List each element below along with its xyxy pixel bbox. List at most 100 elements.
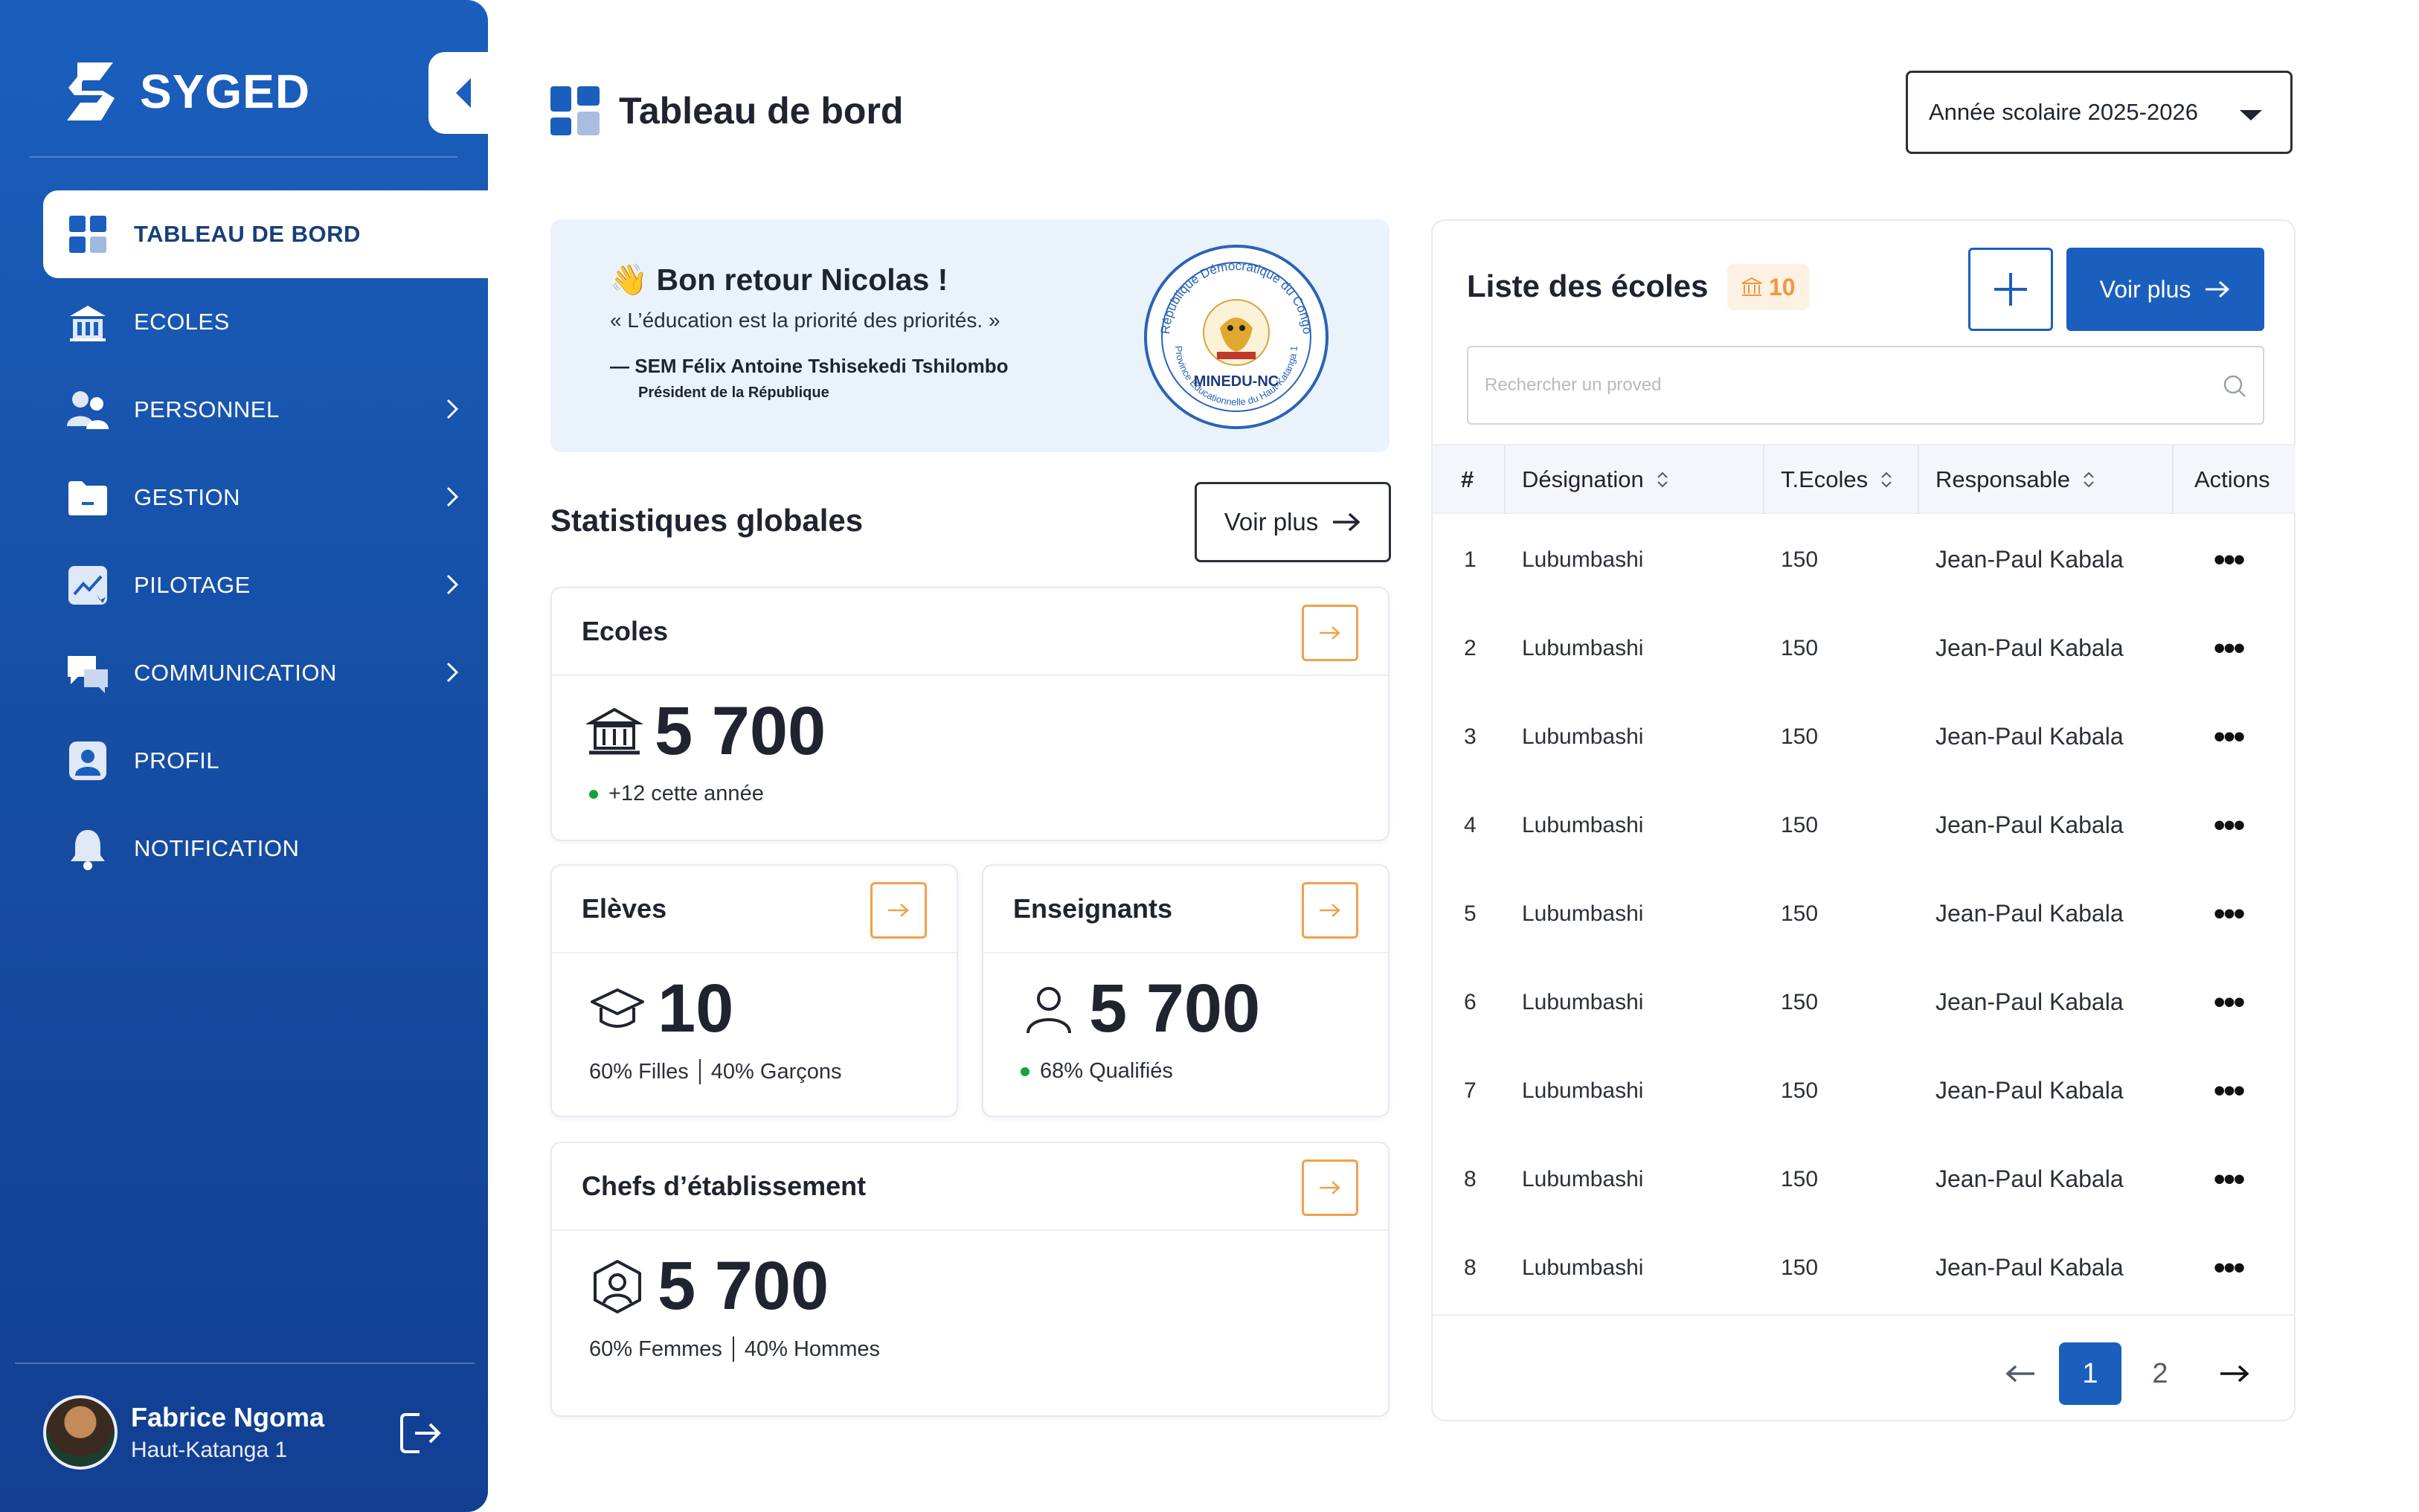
table-row: 5 Lubumbashi 150 Jean-Paul Kabala ••• bbox=[1433, 869, 2296, 958]
open-chefs-button[interactable] bbox=[1302, 1159, 1358, 1216]
more-actions-icon[interactable]: ••• bbox=[2214, 1223, 2245, 1312]
school-count-badge: 10 bbox=[1727, 264, 1809, 310]
cell-tecoles: 150 bbox=[1781, 989, 1819, 1014]
cell-responsable: Jean-Paul Kabala bbox=[1935, 988, 2124, 1015]
arrow-right-icon bbox=[1333, 512, 1361, 532]
cell-tecoles: 150 bbox=[1781, 635, 1819, 660]
more-actions-icon[interactable]: ••• bbox=[2214, 692, 2245, 781]
stat-note: +12 cette année bbox=[589, 782, 764, 806]
stats-voir-plus-button[interactable]: Voir plus bbox=[1195, 482, 1391, 562]
stat-card-title: Enseignants bbox=[1013, 893, 1173, 924]
stat-split-left: 60% Femmes bbox=[589, 1336, 722, 1361]
sidebar-item-gestion[interactable]: GESTION bbox=[43, 454, 488, 541]
welcome-greeting: 👋 Bon retour Nicolas ! bbox=[610, 263, 948, 298]
cell-responsable: Jean-Paul Kabala bbox=[1935, 1254, 2124, 1281]
user-icon bbox=[65, 739, 110, 783]
sidebar-item-tableau-de-bord[interactable]: TABLEAU DE BORD bbox=[43, 190, 488, 278]
schools-voir-plus-button[interactable]: Voir plus bbox=[2066, 248, 2264, 331]
open-enseignants-button[interactable] bbox=[1302, 882, 1358, 939]
cell-responsable: Jean-Paul Kabala bbox=[1935, 723, 2124, 750]
more-actions-icon[interactable]: ••• bbox=[2214, 958, 2245, 1046]
column-header-tecoles[interactable]: T.Ecoles bbox=[1781, 445, 1893, 514]
pagination-next-button[interactable] bbox=[2203, 1342, 2266, 1405]
arrow-right-icon bbox=[2206, 280, 2230, 298]
column-header-label: Responsable bbox=[1935, 466, 2070, 492]
column-header-designation[interactable]: Désignation bbox=[1522, 445, 1669, 514]
collapse-sidebar-button[interactable] bbox=[428, 52, 500, 134]
more-actions-icon[interactable]: ••• bbox=[2214, 869, 2245, 958]
sidebar-item-label: NOTIFICATION bbox=[134, 835, 300, 861]
page-title: Tableau de bord bbox=[619, 90, 904, 132]
cell-num: 3 bbox=[1464, 724, 1477, 749]
app-logo[interactable]: SYGED bbox=[61, 58, 310, 125]
stat-value-row: 5 700 bbox=[1021, 970, 1260, 1048]
quote-author-title: Président de la République bbox=[638, 385, 829, 401]
cell-responsable: Jean-Paul Kabala bbox=[1935, 634, 2124, 661]
table-row: 3 Lubumbashi 150 Jean-Paul Kabala ••• bbox=[1433, 692, 2296, 781]
cell-designation: Lubumbashi bbox=[1522, 901, 1644, 926]
sidebar-divider bbox=[15, 1363, 475, 1364]
stat-note-text: +12 cette année bbox=[608, 782, 764, 805]
ministry-seal: République Démocratique du Congo Provinc… bbox=[1144, 245, 1329, 429]
sidebar-item-ecoles[interactable]: ECOLES bbox=[43, 278, 488, 366]
sort-icon bbox=[1881, 472, 1892, 488]
more-actions-icon[interactable]: ••• bbox=[2214, 781, 2245, 869]
sidebar-item-label: GESTION bbox=[134, 484, 241, 510]
pagination-page[interactable]: 2 bbox=[2129, 1342, 2191, 1405]
seal-label: MINEDU-NC bbox=[1194, 373, 1279, 390]
more-actions-icon[interactable]: ••• bbox=[2214, 1135, 2245, 1223]
school-search-input[interactable] bbox=[1468, 347, 2182, 423]
arrow-right-icon bbox=[1320, 904, 1340, 917]
cell-responsable: Jean-Paul Kabala bbox=[1935, 811, 2124, 838]
cell-tecoles: 150 bbox=[1781, 901, 1819, 926]
user-badge-icon bbox=[594, 1259, 641, 1313]
cell-designation: Lubumbashi bbox=[1522, 1255, 1644, 1280]
chart-icon bbox=[65, 563, 110, 608]
folder-icon bbox=[65, 475, 110, 520]
column-header-label: Désignation bbox=[1522, 466, 1644, 492]
table-row: 6 Lubumbashi 150 Jean-Paul Kabala ••• bbox=[1433, 958, 2296, 1046]
quote-author: — SEM Félix Antoine Tshisekedi Tshilombo bbox=[610, 355, 1009, 377]
stat-card-ecoles: Ecoles 5 700 +12 cette année bbox=[550, 587, 1390, 841]
pagination-prev-button[interactable] bbox=[1989, 1342, 2052, 1405]
sidebar-item-pilotage[interactable]: PILOTAGE bbox=[43, 541, 488, 629]
more-actions-icon[interactable]: ••• bbox=[2214, 515, 2245, 604]
school-building-icon bbox=[586, 707, 643, 754]
cell-num: 6 bbox=[1464, 989, 1477, 1014]
sidebar-item-personnel[interactable]: PERSONNEL bbox=[43, 366, 488, 454]
sidebar-nav: TABLEAU DE BORD ECOLES PERSONNEL GESTION bbox=[43, 190, 488, 892]
sidebar-item-notification[interactable]: NOTIFICATION bbox=[43, 805, 488, 892]
search-icon[interactable] bbox=[2221, 373, 2248, 399]
add-school-button[interactable] bbox=[1968, 248, 2053, 331]
table-row: 8 Lubumbashi 150 Jean-Paul Kabala ••• bbox=[1433, 1135, 2296, 1223]
table-row: 1 Lubumbashi 150 Jean-Paul Kabala ••• bbox=[1433, 515, 2296, 604]
stat-split-left: 60% Filles bbox=[589, 1059, 689, 1084]
status-dot bbox=[589, 789, 598, 799]
pagination-page-current[interactable]: 1 bbox=[2059, 1342, 2121, 1405]
cell-designation: Lubumbashi bbox=[1522, 724, 1644, 749]
cell-designation: Lubumbashi bbox=[1522, 635, 1644, 660]
more-actions-icon[interactable]: ••• bbox=[2214, 604, 2245, 692]
caret-down-icon bbox=[2240, 110, 2262, 120]
logo-icon bbox=[67, 62, 115, 120]
graduation-cap-icon bbox=[591, 988, 644, 1028]
school-count: 10 bbox=[1769, 273, 1796, 300]
sidebar-item-label: COMMUNICATION bbox=[134, 660, 337, 686]
user-profile[interactable]: Fabrice Ngoma Haut-Katanga 1 bbox=[43, 1395, 324, 1470]
open-ecoles-button[interactable] bbox=[1302, 605, 1358, 661]
sidebar-item-profil[interactable]: PROFIL bbox=[43, 717, 488, 805]
stat-note-text: 68% Qualifiés bbox=[1040, 1059, 1173, 1083]
stat-value-row: 5 700 bbox=[589, 1247, 829, 1325]
school-year-select[interactable]: Année scolaire 2025-2026 bbox=[1906, 71, 2293, 154]
more-actions-icon[interactable]: ••• bbox=[2214, 1046, 2245, 1135]
chevron-right-icon bbox=[446, 662, 459, 683]
cell-designation: Lubumbashi bbox=[1522, 547, 1644, 572]
logout-icon[interactable] bbox=[394, 1407, 446, 1459]
column-header-actions: Actions bbox=[2194, 466, 2270, 492]
user-region: Haut-Katanga 1 bbox=[131, 1438, 288, 1462]
column-header-responsable[interactable]: Responsable bbox=[1935, 445, 2095, 514]
open-eleves-button[interactable] bbox=[870, 882, 927, 939]
stat-value-row: 5 700 bbox=[586, 692, 826, 771]
sidebar-item-communication[interactable]: COMMUNICATION bbox=[43, 629, 488, 717]
arrow-right-icon bbox=[2220, 1365, 2249, 1383]
